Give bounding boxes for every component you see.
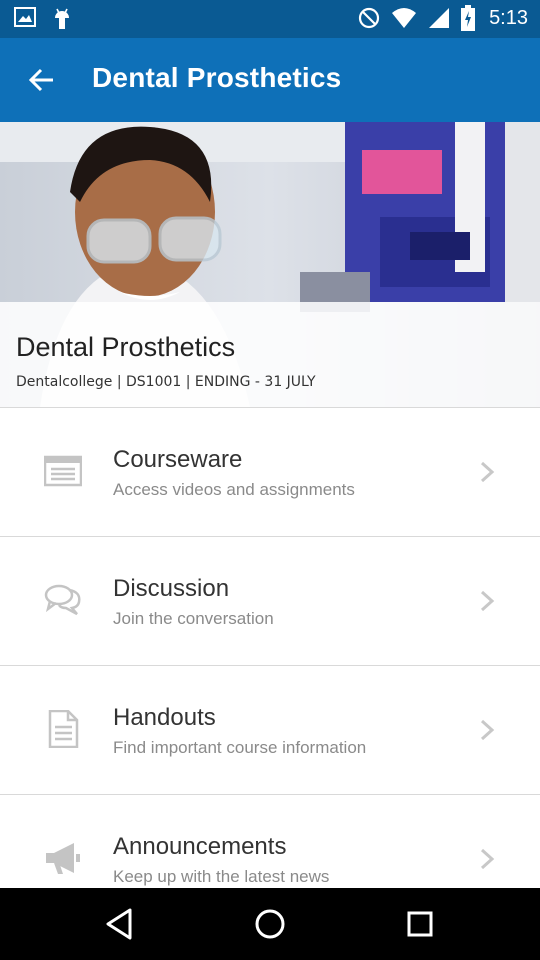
chevron-right-icon — [480, 719, 495, 741]
course-hero: Dental Prosthetics Dentalcollege | DS100… — [0, 122, 540, 407]
menu-item-label: Discussion — [113, 575, 230, 602]
image-icon — [14, 7, 36, 27]
status-time: 5:13 — [489, 6, 528, 29]
course-menu-list: Courseware Access videos and assignments… — [0, 407, 540, 923]
chevron-right-icon — [480, 461, 495, 483]
wifi-icon — [392, 8, 417, 28]
back-triangle-icon[interactable] — [102, 906, 138, 942]
menu-item-label: Announcements — [113, 833, 287, 860]
megaphone-icon — [46, 843, 80, 874]
back-arrow-icon[interactable] — [26, 64, 58, 96]
menu-item-subtitle: Keep up with the latest news — [113, 867, 330, 886]
courseware-list-icon — [44, 455, 82, 487]
courseware-row[interactable]: Courseware Access videos and assignments — [0, 407, 540, 536]
do-not-disturb-icon — [358, 7, 380, 29]
app-bar: Dental Prosthetics — [0, 38, 540, 122]
menu-item-label: Handouts — [113, 704, 216, 731]
menu-item-label: Courseware — [113, 446, 243, 473]
android-icon — [55, 8, 69, 29]
menu-item-subtitle: Join the conversation — [113, 609, 274, 628]
handout-document-icon — [48, 710, 79, 748]
signal-icon — [429, 8, 450, 28]
chevron-right-icon — [480, 848, 495, 870]
menu-item-subtitle: Find important course information — [113, 738, 367, 757]
battery-charging-icon — [461, 5, 476, 31]
system-nav-bar — [0, 888, 540, 960]
page-title: Dental Prosthetics — [92, 62, 342, 93]
status-bar: 5:13 — [0, 0, 540, 38]
discussion-bubbles-icon — [44, 584, 81, 616]
menu-item-subtitle: Access videos and assignments — [113, 480, 355, 499]
course-meta: Dentalcollege | DS1001 | ENDING - 31 JUL… — [16, 374, 316, 390]
handouts-row[interactable]: Handouts Find important course informati… — [0, 665, 540, 794]
course-title: Dental Prosthetics — [16, 332, 236, 362]
home-circle-icon[interactable] — [252, 906, 288, 942]
recents-square-icon[interactable] — [402, 906, 438, 942]
course-info-overlay: Dental Prosthetics Dentalcollege | DS100… — [0, 302, 540, 407]
chevron-right-icon — [480, 590, 495, 612]
discussion-row[interactable]: Discussion Join the conversation — [0, 536, 540, 665]
